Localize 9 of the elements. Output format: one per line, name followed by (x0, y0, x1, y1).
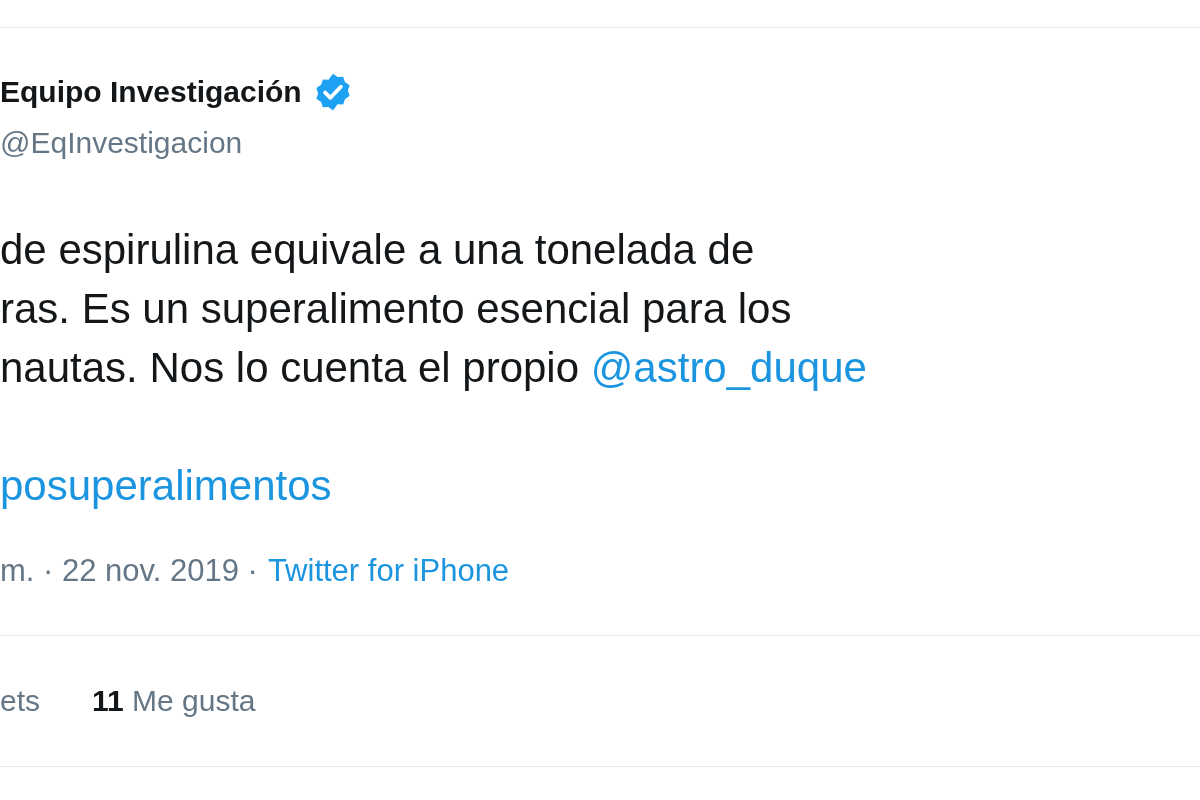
author-name[interactable]: Equipo Investigación (0, 75, 302, 109)
mention-link[interactable]: @astro_duque (590, 344, 867, 391)
tweet-timestamp[interactable]: m. · 22 nov. 2019 · (0, 553, 258, 589)
likes-count[interactable]: 11 Me gusta (92, 684, 256, 718)
tweet-text: de espirulina equivale a una tonelada de ras. Es un superalimento esencial para los nautas. Nos lo cuenta el propio @astro_duque posuperalimentos (0, 225, 868, 511)
retweets-label[interactable]: ets (0, 684, 41, 718)
author-handle[interactable]: @EqInvestigacion (0, 126, 1200, 160)
hashtag-link[interactable]: posuperalimentos (0, 462, 332, 509)
source-link[interactable]: Twitter for iPhone (267, 553, 510, 589)
